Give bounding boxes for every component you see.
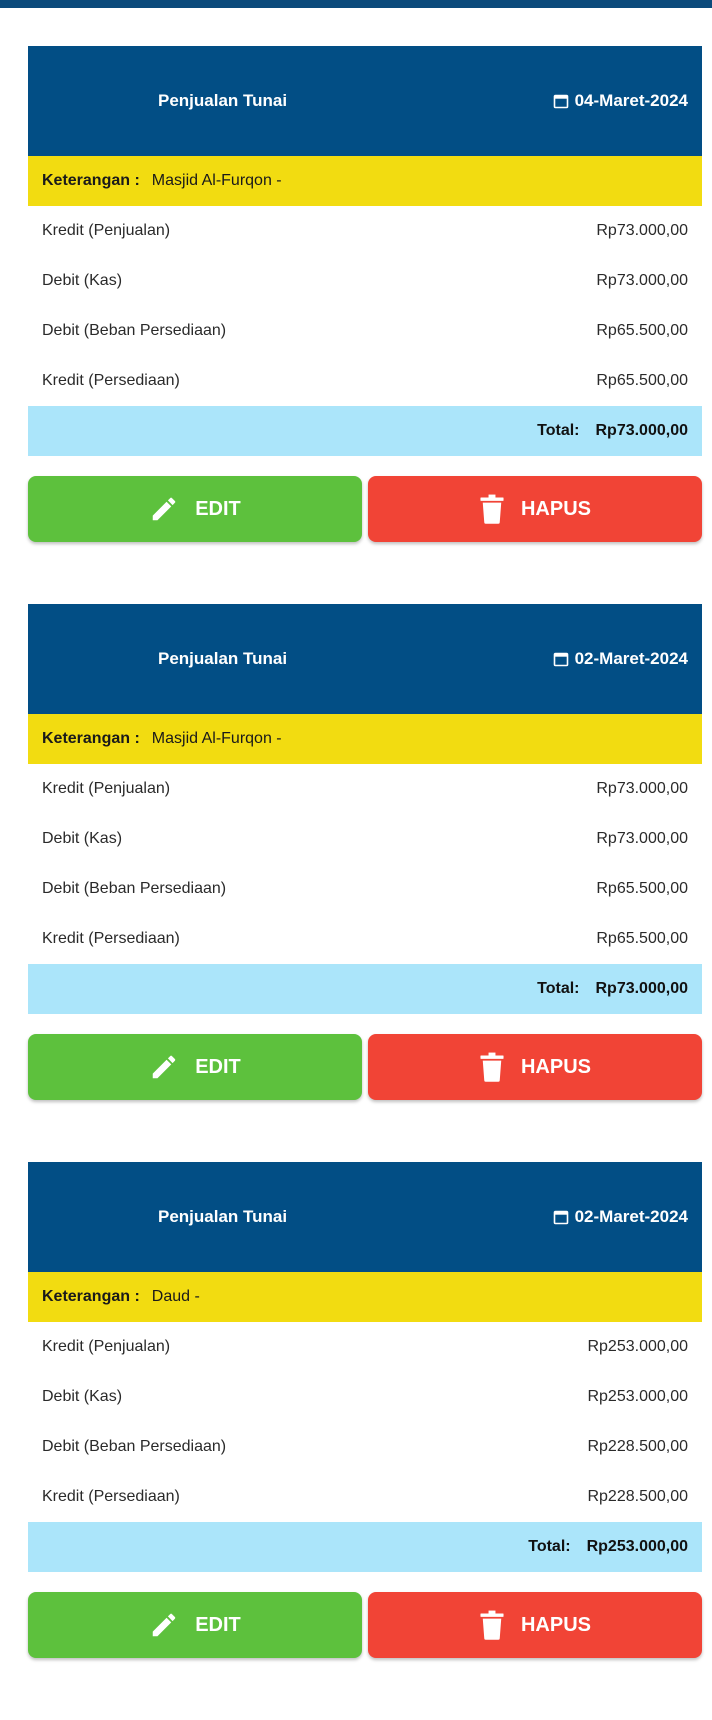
keterangan-value: Masjid Al-Furqon - — [151, 172, 282, 189]
keterangan-value: Daud - — [151, 1288, 200, 1305]
account-label: Debit (Beban Persediaan) — [42, 322, 227, 339]
keterangan-bar: Keterangan : Daud - — [28, 1272, 702, 1322]
journal-row: Kredit (Persediaan) Rp228.500,00 — [28, 1472, 702, 1522]
account-amount: Rp73.000,00 — [596, 222, 688, 239]
pencil-icon — [149, 1052, 179, 1082]
total-value: Rp73.000,00 — [595, 422, 688, 439]
account-amount: Rp65.500,00 — [596, 930, 688, 947]
journal-row: Kredit (Persediaan) Rp65.500,00 — [28, 356, 702, 406]
card-header: Penjualan Tunai 04-Maret-2024 — [28, 46, 702, 156]
card-header: Penjualan Tunai 02-Maret-2024 — [28, 604, 702, 714]
top-bar — [0, 0, 712, 8]
account-label: Kredit (Persediaan) — [42, 372, 180, 389]
edit-label: EDIT — [195, 1055, 241, 1078]
journal-row: Debit (Beban Persediaan) Rp65.500,00 — [28, 306, 702, 356]
trash-icon — [479, 494, 505, 524]
hapus-button[interactable]: HAPUS — [368, 476, 702, 542]
journal-row: Debit (Kas) Rp253.000,00 — [28, 1372, 702, 1422]
calendar-icon — [553, 651, 569, 667]
account-amount: Rp73.000,00 — [596, 780, 688, 797]
transaction-date: 02-Maret-2024 — [553, 649, 688, 669]
trash-icon — [479, 1610, 505, 1640]
journal-rows: Kredit (Penjualan) Rp253.000,00 Debit (Kas… — [28, 1322, 702, 1522]
pencil-icon — [149, 494, 179, 524]
hapus-button[interactable]: HAPUS — [368, 1034, 702, 1100]
total-label: Total: — [537, 422, 580, 439]
hapus-label: HAPUS — [520, 497, 591, 520]
transaction-date: 02-Maret-2024 — [553, 1207, 688, 1227]
journal-row: Kredit (Penjualan) Rp73.000,00 — [28, 206, 702, 256]
journal-row: Debit (Kas) Rp73.000,00 — [28, 256, 702, 306]
account-amount: Rp228.500,00 — [587, 1438, 688, 1455]
transaction-type: Penjualan Tunai — [158, 1207, 288, 1226]
total-value: Rp73.000,00 — [595, 980, 688, 997]
card-header: Penjualan Tunai 02-Maret-2024 — [28, 1162, 702, 1272]
total-row: Total: Rp73.000,00 — [28, 964, 702, 1014]
journal-rows: Kredit (Penjualan) Rp73.000,00 Debit (Kas)… — [28, 764, 702, 964]
account-label: Kredit (Penjualan) — [42, 222, 171, 239]
account-label: Debit (Kas) — [42, 272, 123, 289]
total-value: Rp253.000,00 — [586, 1538, 688, 1555]
transaction-list: Penjualan Tunai 04-Maret-2024 Keterangan… — [28, 46, 702, 1720]
journal-row: Kredit (Persediaan) Rp65.500,00 — [28, 914, 702, 964]
action-buttons: EDIT HAPUS — [28, 476, 702, 542]
account-label: Debit (Kas) — [42, 830, 123, 847]
account-amount: Rp65.500,00 — [596, 880, 688, 897]
keterangan-value: Masjid Al-Furqon - — [151, 730, 282, 747]
keterangan-label: Keterangan : — [42, 730, 140, 747]
trash-icon — [479, 1052, 505, 1082]
account-amount: Rp73.000,00 — [596, 272, 688, 289]
keterangan-bar: Keterangan : Masjid Al-Furqon - — [28, 714, 702, 764]
hapus-label: HAPUS — [520, 1613, 591, 1636]
total-label: Total: — [537, 980, 580, 997]
edit-button[interactable]: EDIT — [28, 1592, 362, 1658]
date-text: 02-Maret-2024 — [574, 1207, 688, 1226]
date-text: 02-Maret-2024 — [574, 649, 688, 668]
journal-row: Debit (Beban Persediaan) Rp228.500,00 — [28, 1422, 702, 1472]
journal-rows: Kredit (Penjualan) Rp73.000,00 Debit (Kas)… — [28, 206, 702, 406]
account-label: Kredit (Penjualan) — [42, 1338, 171, 1355]
account-amount: Rp65.500,00 — [596, 372, 688, 389]
account-amount: Rp65.500,00 — [596, 322, 688, 339]
keterangan-label: Keterangan : — [42, 1288, 140, 1305]
journal-row: Debit (Beban Persediaan) Rp65.500,00 — [28, 864, 702, 914]
account-label: Debit (Beban Persediaan) — [42, 880, 227, 897]
account-amount: Rp253.000,00 — [587, 1338, 688, 1355]
edit-label: EDIT — [195, 1613, 241, 1636]
action-buttons: EDIT HAPUS — [28, 1592, 702, 1658]
action-buttons: EDIT HAPUS — [28, 1034, 702, 1100]
account-amount: Rp228.500,00 — [587, 1488, 688, 1505]
hapus-label: HAPUS — [520, 1055, 591, 1078]
keterangan-bar: Keterangan : Masjid Al-Furqon - — [28, 156, 702, 206]
transaction-date: 04-Maret-2024 — [553, 91, 688, 111]
calendar-icon — [553, 1209, 569, 1225]
hapus-button[interactable]: HAPUS — [368, 1592, 702, 1658]
pencil-icon — [149, 1610, 179, 1640]
edit-button[interactable]: EDIT — [28, 1034, 362, 1100]
transaction-card: Penjualan Tunai 02-Maret-2024 Keterangan… — [28, 1162, 702, 1658]
account-label: Kredit (Persediaan) — [42, 1488, 180, 1505]
total-label: Total: — [528, 1538, 571, 1555]
total-row: Total: Rp73.000,00 — [28, 406, 702, 456]
account-label: Kredit (Penjualan) — [42, 780, 171, 797]
account-label: Kredit (Persediaan) — [42, 930, 180, 947]
calendar-icon — [553, 93, 569, 109]
edit-button[interactable]: EDIT — [28, 476, 362, 542]
account-amount: Rp73.000,00 — [596, 830, 688, 847]
date-text: 04-Maret-2024 — [574, 91, 688, 110]
journal-row: Debit (Kas) Rp73.000,00 — [28, 814, 702, 864]
edit-label: EDIT — [195, 497, 241, 520]
keterangan-label: Keterangan : — [42, 172, 140, 189]
transaction-card: Penjualan Tunai 02-Maret-2024 Keterangan… — [28, 604, 702, 1100]
total-row: Total: Rp253.000,00 — [28, 1522, 702, 1572]
journal-row: Kredit (Penjualan) Rp73.000,00 — [28, 764, 702, 814]
account-amount: Rp253.000,00 — [587, 1388, 688, 1405]
account-label: Debit (Beban Persediaan) — [42, 1438, 227, 1455]
journal-row: Kredit (Penjualan) Rp253.000,00 — [28, 1322, 702, 1372]
transaction-type: Penjualan Tunai — [158, 91, 288, 110]
account-label: Debit (Kas) — [42, 1388, 123, 1405]
transaction-type: Penjualan Tunai — [158, 649, 288, 668]
transaction-card: Penjualan Tunai 04-Maret-2024 Keterangan… — [28, 46, 702, 542]
